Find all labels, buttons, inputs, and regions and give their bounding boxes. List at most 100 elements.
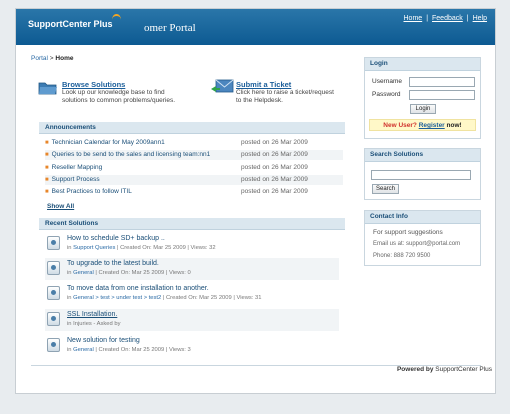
meta-suffix: | Created On: Mar 25 2009 | Views: 0 [93, 270, 191, 276]
announcement-date: posted on 26 Mar 2009 [241, 188, 308, 195]
announcement-row[interactable]: ■ Queries to be send to the sales and lic… [45, 150, 343, 160]
bullet-icon: ■ [45, 152, 49, 158]
solution-item[interactable]: How to schedule SD+ backup .. in Support… [45, 233, 339, 255]
solution-item[interactable]: SSL Installation. in Injuries - Asked by [45, 309, 339, 331]
announcement-row[interactable]: ■ Technician Calendar for May 2009ann1 po… [45, 138, 343, 148]
username-label: Username [372, 78, 402, 85]
login-button[interactable]: Login [410, 104, 436, 114]
announcements-header: Announcements [39, 122, 345, 134]
app-logo: SupportCenter Plus [28, 14, 121, 29]
powered-by-label: Powered by [396, 366, 434, 373]
announcement-date: posted on 26 Mar 2009 [241, 176, 308, 183]
login-header: Login [365, 58, 480, 71]
contact-details: For support suggestions Email us at: sup… [373, 228, 460, 261]
bullet-icon: ■ [45, 177, 49, 183]
submit-ticket-block: Submit a Ticket Click here to raise a ti… [236, 80, 334, 105]
contact-info-box: Contact Info For support suggestions Ema… [364, 210, 481, 266]
search-solutions-box: Search Solutions Search [364, 148, 481, 200]
solution-title[interactable]: To move data from one installation to an… [67, 285, 209, 292]
recent-solutions-header: Recent Solutions [39, 218, 345, 230]
browse-solutions-block: Browse Solutions Look up our knowledge b… [62, 80, 175, 105]
submit-ticket-desc-2: to the Helpdesk. [236, 97, 283, 104]
new-user-banner: New User? Register now! [369, 119, 476, 131]
register-link[interactable]: Register [419, 122, 445, 129]
solution-title[interactable]: How to schedule SD+ backup .. [67, 235, 165, 242]
contact-info-header: Contact Info [365, 211, 480, 224]
powered-by: Powered by SupportCenter Plus [397, 366, 492, 373]
breadcrumb-separator: > [49, 55, 54, 62]
search-input[interactable] [371, 170, 471, 180]
announcement-date: posted on 26 Mar 2009 [241, 164, 308, 171]
contact-line-2: Email us at: support@portal.com [373, 241, 461, 247]
solution-meta: in Support Queries | Created On: Mar 25 … [67, 245, 216, 251]
top-links: Home | Feedback | Help [404, 15, 488, 22]
logo-text: SupportCenter Plus [28, 19, 113, 29]
search-solutions-header: Search Solutions [365, 149, 480, 162]
feedback-link[interactable]: Feedback [432, 15, 463, 22]
link-separator: | [466, 15, 469, 22]
solution-meta: in General > test > under test > test2 |… [67, 295, 261, 301]
breadcrumb-current: Home [55, 55, 74, 62]
announcement-row[interactable]: ■ Best Practices to follow ITIL posted on… [45, 187, 343, 197]
solution-icon [47, 338, 60, 352]
solution-meta: in Injuries - Asked by [67, 321, 121, 327]
meta-suffix: - Asked by [91, 321, 121, 327]
solution-category-link[interactable]: General > test > under test > test2 [73, 295, 161, 301]
solution-icon [47, 312, 60, 326]
contact-line-1: For support suggestions [373, 229, 443, 236]
browse-solutions-desc-2: solutions to common problems/queries. [62, 97, 176, 104]
solution-category-link[interactable]: General [73, 347, 94, 353]
browse-solutions-link[interactable]: Browse Solutions [62, 80, 175, 89]
login-box: Login Username Password Login New User? … [364, 57, 481, 139]
logo-swoosh-icon [111, 14, 121, 25]
solution-meta: in General | Created On: Mar 25 2009 | V… [67, 347, 191, 353]
submit-ticket-link[interactable]: Submit a Ticket [236, 80, 334, 89]
solution-category-link[interactable]: Support Queries [73, 245, 115, 251]
username-input[interactable] [409, 77, 475, 87]
solution-item[interactable]: To move data from one installation to an… [45, 283, 339, 305]
portal-title: omer Portal [144, 22, 196, 34]
announcement-title[interactable]: Best Practices to follow ITIL [52, 188, 132, 195]
solution-title[interactable]: To upgrade to the latest build. [67, 260, 159, 267]
browse-solutions-desc-1: Look up our knowledge base to find [62, 89, 165, 96]
solution-title[interactable]: New solution for testing [67, 337, 140, 344]
solution-title[interactable]: SSL Installation. [67, 311, 117, 318]
meta-suffix: | Created On: Mar 25 2009 | Views: 32 [115, 245, 216, 251]
submit-ticket-desc-1: Click here to raise a ticket/request [236, 89, 334, 96]
powered-by-brand: SupportCenter Plus [435, 366, 492, 373]
announcement-title[interactable]: Reseller Mapping [52, 164, 103, 171]
help-link[interactable]: Help [473, 15, 487, 22]
solution-category-link[interactable]: General [73, 270, 94, 276]
announcement-date: posted on 26 Mar 2009 [241, 139, 308, 146]
password-label: Password [372, 91, 401, 98]
contact-line-3: Phone: 888 720 9500 [373, 253, 431, 259]
solution-item[interactable]: New solution for testing in General | Cr… [45, 335, 339, 357]
solution-item[interactable]: To upgrade to the latest build. in Gener… [45, 258, 339, 280]
solution-category: Injuries [73, 321, 92, 327]
breadcrumb-portal-link[interactable]: Portal [31, 55, 48, 62]
solution-icon [47, 261, 60, 275]
announcement-title[interactable]: Technician Calendar for May 2009ann1 [52, 139, 165, 146]
solution-meta: in General | Created On: Mar 25 2009 | V… [67, 270, 191, 276]
home-link[interactable]: Home [404, 15, 423, 22]
announcement-row[interactable]: ■ Reseller Mapping posted on 26 Mar 2009 [45, 163, 343, 173]
envelope-arrow-icon[interactable] [210, 78, 234, 95]
link-separator: | [426, 15, 429, 22]
bullet-icon: ■ [45, 189, 49, 195]
bullet-icon: ■ [45, 165, 49, 171]
new-user-text: New User? [383, 122, 417, 129]
portal-header: SupportCenter Plus omer Portal Home | Feed… [16, 9, 495, 45]
announcement-title[interactable]: Queries to be send to the sales and lice… [52, 151, 211, 158]
announcement-date: posted on 26 Mar 2009 [241, 151, 308, 158]
folder-icon[interactable] [38, 80, 58, 95]
bullet-icon: ■ [45, 140, 49, 146]
solution-icon [47, 236, 60, 250]
show-all-link[interactable]: Show All [47, 203, 74, 210]
announcement-title[interactable]: Support Process [52, 176, 100, 183]
search-button[interactable]: Search [372, 184, 399, 194]
now-text: now! [446, 122, 462, 129]
announcement-row[interactable]: ■ Support Process posted on 26 Mar 2009 [45, 175, 343, 185]
password-input[interactable] [409, 90, 475, 100]
meta-suffix: | Created On: Mar 25 2009 | Views: 31 [161, 295, 262, 301]
meta-suffix: | Created On: Mar 25 2009 | Views: 3 [93, 347, 191, 353]
